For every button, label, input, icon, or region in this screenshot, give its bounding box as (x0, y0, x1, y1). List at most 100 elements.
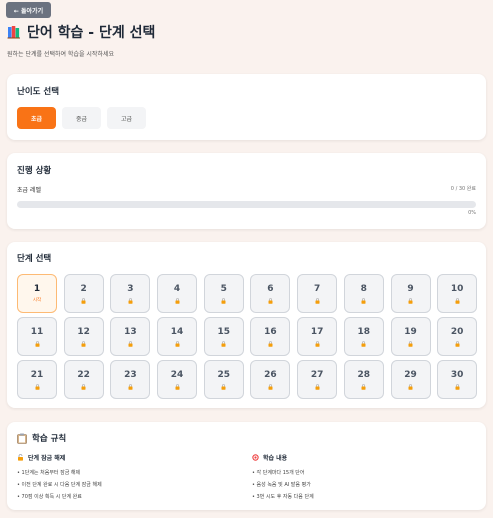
stage-number: 1 (33, 284, 41, 294)
page-title: 단어 학습 - 단계 선택 (27, 25, 156, 41)
difficulty-card: 난이도 선택 초급 중급 고급 (7, 74, 486, 140)
rule-item: • 음성 녹음 및 AI 발음 평가 (252, 482, 311, 488)
stage-button[interactable]: 27 (297, 360, 338, 399)
lock-icon (315, 340, 320, 347)
stage-number: 14 (170, 326, 184, 337)
stage-button[interactable]: 11 (17, 317, 57, 356)
stage-number: 3 (127, 283, 134, 294)
stage-number: 21 (30, 369, 44, 380)
stage-button[interactable]: 14 (157, 317, 198, 356)
stage-button[interactable]: 2 (63, 274, 104, 313)
stage-number: 17 (310, 326, 324, 337)
stage-number: 19 (404, 326, 417, 337)
lock-icon (408, 297, 413, 304)
rules-card: 학습 규칙 단계 잠금 해제 • 1단계는 처음부터 잠금 해제 • 이전 단계 … (7, 422, 486, 510)
lock-icon (361, 383, 366, 390)
rules-unlock-section: 단계 잠금 해제 • 1단계는 처음부터 잠금 해제 • 이전 단계 완료 시 다… (17, 453, 102, 503)
rules-title: 학습 규칙 (32, 434, 67, 444)
lock-icon (268, 383, 273, 390)
lock-icon (315, 383, 320, 390)
difficulty-button[interactable]: 초급 (17, 107, 56, 129)
stage-button[interactable]: 12 (63, 317, 104, 356)
stage-button[interactable]: 13 (110, 317, 151, 356)
progress-count: 0 / 30 완료 (450, 186, 476, 192)
stage-number: 16 (264, 326, 277, 337)
stage-button[interactable]: 1 시작 (17, 274, 57, 313)
rule-item: • 70점 이상 획득 시 단계 완료 (17, 494, 82, 500)
lock-icon (408, 340, 413, 347)
lock-icon (81, 340, 86, 347)
stage-button[interactable]: 3 (110, 274, 151, 313)
stage-button[interactable]: 21 (17, 360, 57, 399)
stage-button[interactable]: 10 (437, 274, 478, 313)
stage-button[interactable]: 9 (390, 274, 431, 313)
lock-icon (361, 297, 366, 304)
lock-icon (455, 340, 460, 347)
stage-button[interactable]: 8 (343, 274, 384, 313)
stage-number: 15 (217, 326, 231, 337)
stage-button[interactable]: 24 (157, 360, 198, 399)
difficulty-button[interactable]: 고급 (107, 107, 146, 129)
stage-button[interactable]: 16 (250, 317, 291, 356)
stage-button[interactable]: 28 (343, 360, 384, 399)
stage-select-title: 단계 선택 (17, 254, 52, 264)
lock-icon (128, 383, 133, 390)
lock-icon (455, 297, 460, 304)
stage-button[interactable]: 26 (250, 360, 291, 399)
rule-item: • 이전 단계 완료 시 다음 단계 잠금 해제 (17, 482, 102, 488)
lock-icon (221, 297, 226, 304)
stage-button[interactable]: 25 (203, 360, 244, 399)
stage-button[interactable]: 6 (250, 274, 291, 313)
lock-icon (128, 340, 133, 347)
lock-icon (175, 383, 180, 390)
stage-button[interactable]: 18 (343, 317, 384, 356)
stage-number: 26 (264, 369, 277, 380)
stage-button[interactable]: 15 (203, 317, 244, 356)
stage-number: 9 (407, 283, 414, 294)
stage-button[interactable]: 4 (157, 274, 198, 313)
unlock-icon (18, 454, 23, 461)
stage-button[interactable]: 19 (390, 317, 431, 356)
progress-bar (17, 201, 476, 208)
rules-content-section: 학습 내용 • 각 단계마다 15개 단어 • 음성 녹음 및 AI 발음 평가 •… (252, 453, 314, 503)
stage-number: 5 (220, 283, 227, 294)
stage-number: 20 (450, 326, 464, 337)
stage-number: 25 (217, 369, 231, 380)
lock-icon (81, 383, 86, 390)
stage-button[interactable]: 30 (437, 360, 478, 399)
stage-select-card: 단계 선택 1 시작 2 3 4 5 6 7 8 9 10 11 12 13 14 15 16 17 18 19 20 2… (7, 242, 486, 408)
progress-title: 진행 상황 (17, 166, 52, 176)
lock-icon (268, 340, 273, 347)
stage-button[interactable]: 17 (297, 317, 338, 356)
stage-button[interactable]: 5 (203, 274, 244, 313)
stage-number: 4 (173, 283, 181, 294)
lock-icon (175, 297, 180, 304)
difficulty-button[interactable]: 중급 (62, 107, 101, 129)
progress-card: 진행 상황 초급 레벨 0 / 30 완료 0% (7, 153, 486, 229)
stage-start-label: 시작 (32, 298, 42, 303)
stage-number: 11 (30, 326, 44, 337)
difficulty-title: 난이도 선택 (17, 87, 60, 97)
stage-number: 8 (360, 283, 367, 294)
lock-icon (81, 297, 86, 304)
lock-icon (35, 340, 39, 347)
stage-number: 27 (310, 369, 324, 380)
back-button[interactable]: ← 돌아가기 (6, 2, 51, 18)
stage-number: 28 (357, 369, 371, 380)
lock-icon (315, 297, 320, 304)
stage-button[interactable]: 29 (390, 360, 431, 399)
stage-number: 30 (450, 369, 464, 380)
stage-button[interactable]: 7 (297, 274, 338, 313)
lock-icon (35, 383, 39, 390)
progress-level-label: 초급 레벨 (17, 187, 41, 194)
stage-number: 2 (80, 283, 87, 294)
stage-number: 24 (170, 369, 184, 380)
lock-icon (175, 340, 180, 347)
stage-button[interactable]: 20 (437, 317, 478, 356)
lock-icon (221, 383, 226, 390)
stage-button[interactable]: 23 (110, 360, 151, 399)
clipboard-icon (17, 433, 27, 444)
lock-icon (221, 340, 226, 347)
target-icon (252, 454, 259, 461)
stage-button[interactable]: 22 (63, 360, 104, 399)
